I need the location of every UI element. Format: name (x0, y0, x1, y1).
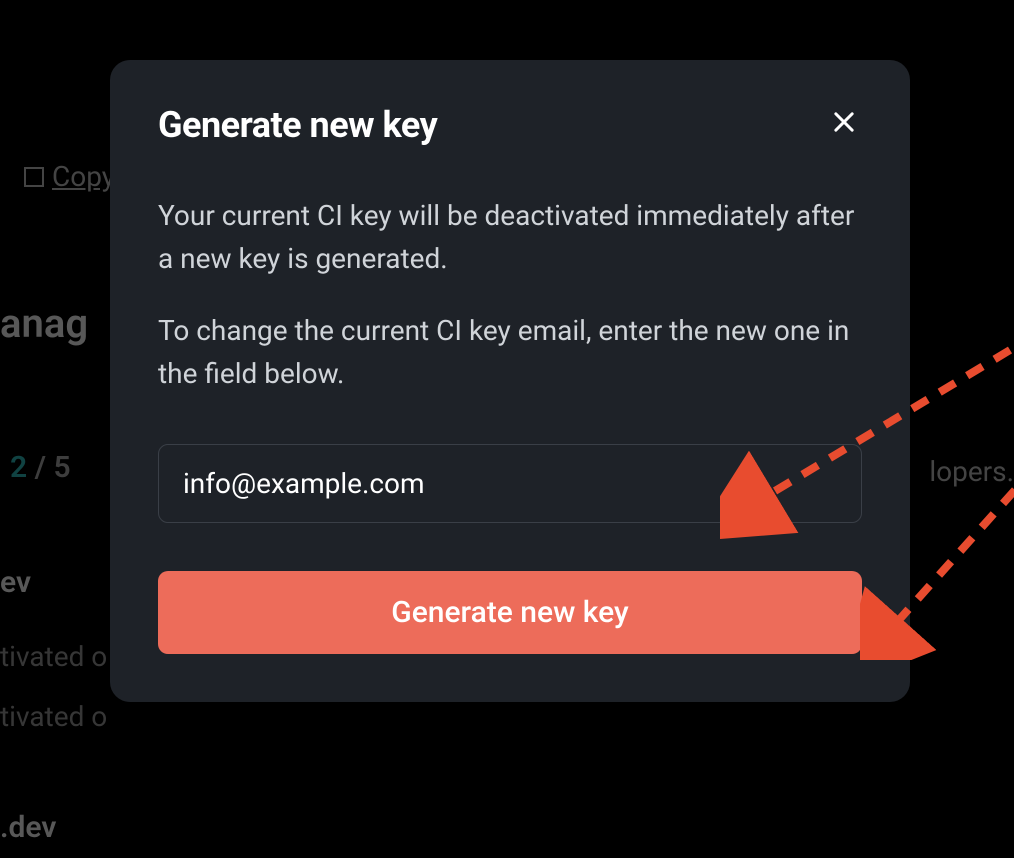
bg-dev-label: ev (0, 565, 31, 600)
count-separator: / (27, 450, 53, 485)
email-field[interactable] (158, 444, 862, 523)
copy-label: Copy (52, 160, 115, 193)
bg-heading-fragment: anag (0, 300, 88, 347)
copy-link: Copy (24, 160, 115, 193)
count-total: 5 (53, 450, 70, 485)
modal-paragraph-1: Your current CI key will be deactivated … (158, 194, 862, 281)
modal-body: Your current CI key will be deactivated … (158, 194, 862, 654)
copy-icon (24, 167, 44, 187)
modal-header: Generate new key (158, 104, 862, 146)
count-current: 2 (10, 450, 27, 485)
close-button[interactable] (826, 104, 862, 140)
modal-paragraph-2: To change the current CI key email, ente… (158, 309, 862, 396)
bg-count: 2 / 5 (10, 450, 71, 485)
bg-dev2-label: .dev (0, 810, 56, 845)
bg-lopers-fragment: lopers. (929, 455, 1014, 488)
generate-key-modal: Generate new key Your current CI key wil… (110, 60, 910, 702)
bg-text-fragment-2: tivated o (0, 700, 107, 733)
generate-new-key-button[interactable]: Generate new key (158, 571, 862, 654)
close-icon (830, 108, 858, 136)
bg-text-fragment-1: tivated o (0, 640, 107, 673)
modal-title: Generate new key (158, 104, 437, 146)
